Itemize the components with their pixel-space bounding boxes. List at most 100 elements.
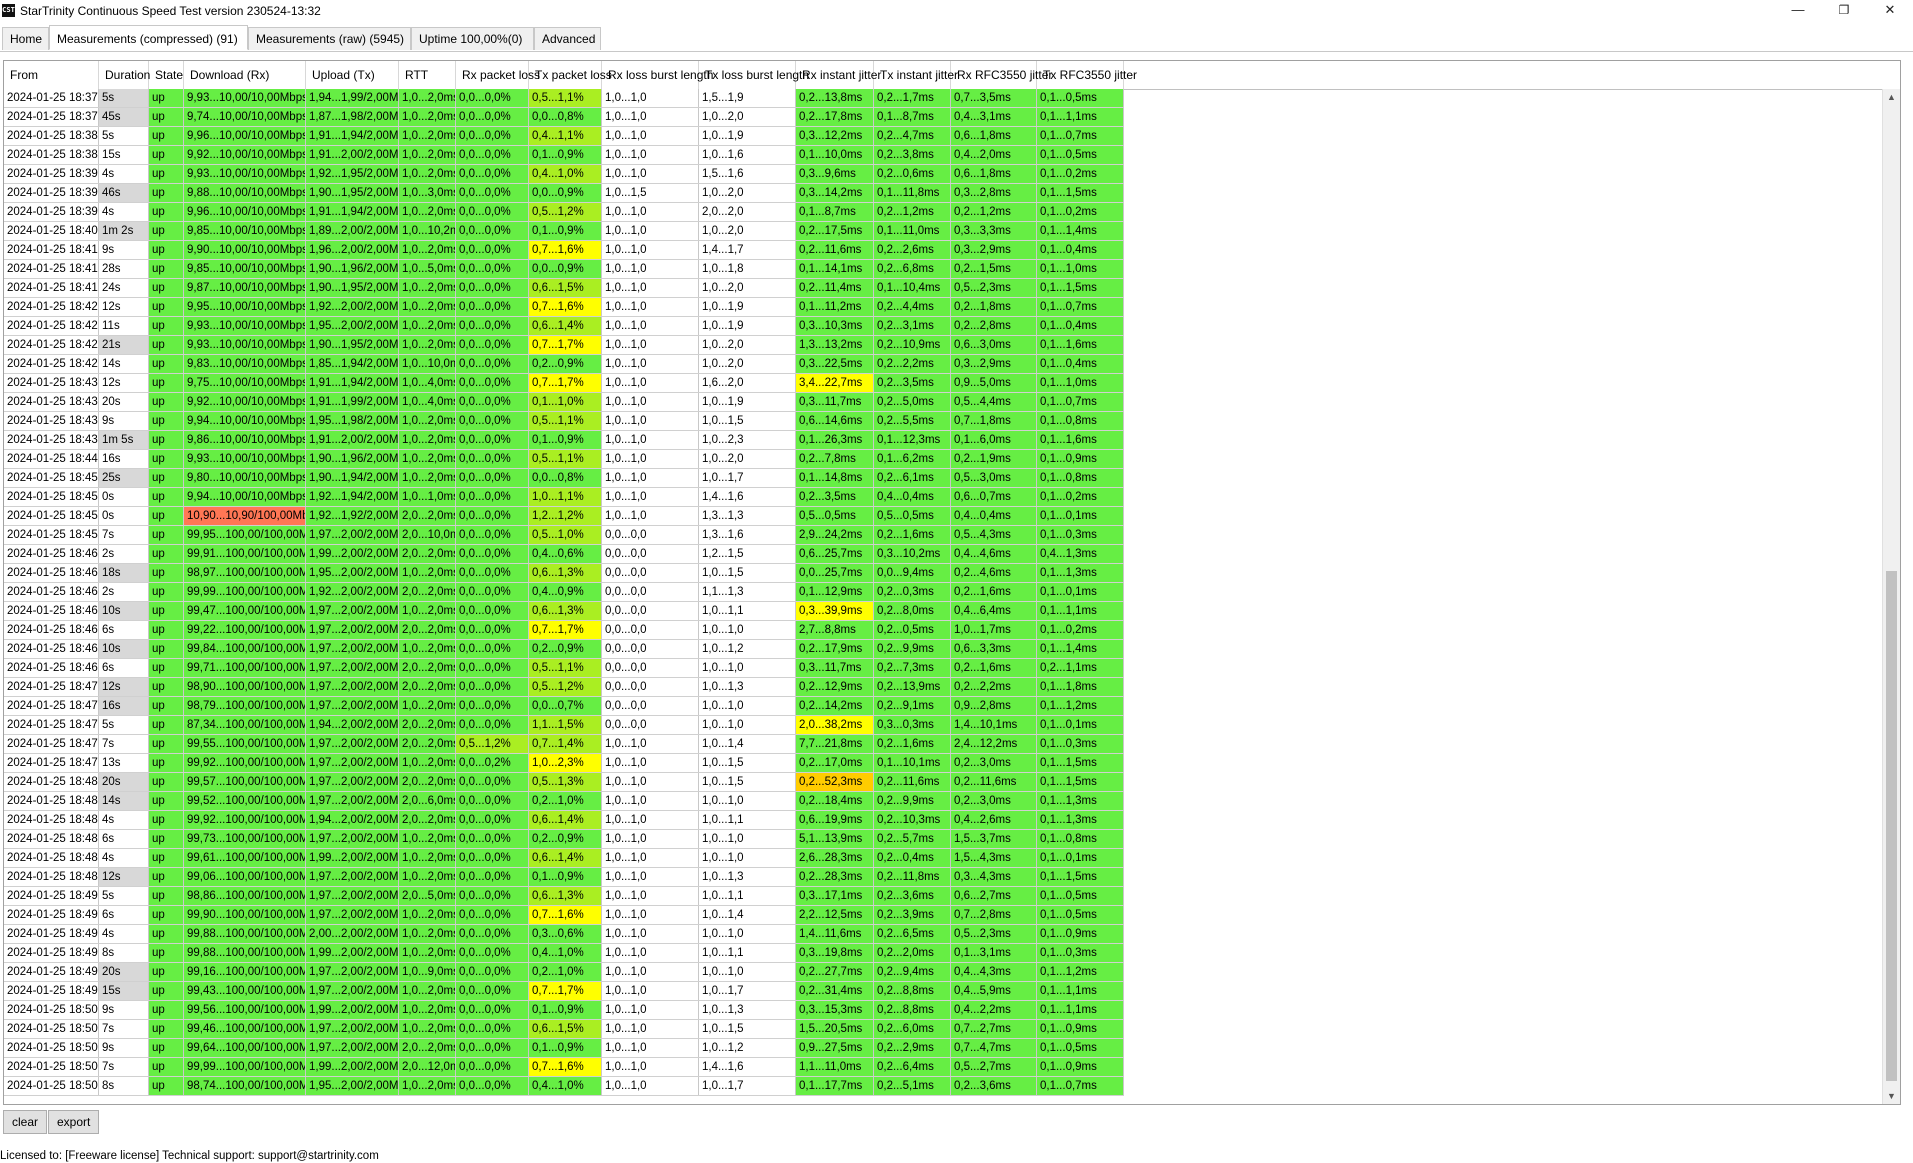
cell-tx-packet-loss: 0,5...1,2%: [529, 678, 602, 696]
cell-duration: 28s: [99, 260, 149, 278]
vertical-scrollbar[interactable]: ▲ ▼: [1882, 89, 1900, 1104]
table-row[interactable]: 2024-01-25 18:46:4410sup99,84...100,00/1…: [4, 640, 1124, 659]
table-row[interactable]: 2024-01-25 18:49:5315sup99,43...100,00/1…: [4, 982, 1124, 1001]
cell-rx-instant-jitter: 3,4...22,7ms: [796, 374, 874, 392]
table-row[interactable]: 2024-01-25 18:47:4613sup99,92...100,00/1…: [4, 754, 1124, 773]
table-row[interactable]: 2024-01-25 18:41:4524sup9,87...10,00/10,…: [4, 279, 1124, 298]
cell-tx-instant-jitter: 0,2...5,5ms: [874, 412, 951, 430]
cell-tx-rfc3550-jitter: 0,1...0,2ms: [1037, 203, 1124, 221]
maximize-button[interactable]: ❐: [1821, 0, 1867, 22]
column-header-duration[interactable]: Duration: [99, 61, 150, 89]
table-row[interactable]: 2024-01-25 18:50:279sup99,64...100,00/10…: [4, 1039, 1124, 1058]
tab-home[interactable]: Home: [2, 27, 49, 50]
table-row[interactable]: 2024-01-25 18:48:5312sup99,06...100,00/1…: [4, 868, 1124, 887]
column-header-rx-rfc3550-jitter[interactable]: Rx RFC3550 jitter: [951, 61, 1052, 89]
table-row[interactable]: 2024-01-25 18:49:065sup98,86...100,00/10…: [4, 887, 1124, 906]
table-row[interactable]: 2024-01-25 18:45:420sup10,90...10,90/100…: [4, 507, 1124, 526]
cell-rx-loss-burst: 1,0...1,0: [602, 963, 699, 981]
table-row[interactable]: 2024-01-25 18:43:521m 5sup9,86...10,00/1…: [4, 431, 1124, 450]
table-row[interactable]: 2024-01-25 18:50:377sup99,99...100,00/10…: [4, 1058, 1124, 1077]
measurements-grid[interactable]: From Duration State Download (Rx) Upload (Tx…: [3, 60, 1901, 1105]
table-row[interactable]: 2024-01-25 18:38:445sup9,96...10,00/10,0…: [4, 127, 1124, 146]
table-row[interactable]: 2024-01-25 18:43:1012sup9,75...10,00/10,…: [4, 374, 1124, 393]
table-row[interactable]: 2024-01-25 18:42:5514sup9,83...10,00/10,…: [4, 355, 1124, 374]
table-row[interactable]: 2024-01-25 18:45:557sup99,95...100,00/10…: [4, 526, 1124, 545]
cell-duration: 20s: [99, 963, 149, 981]
table-row[interactable]: 2024-01-25 18:44:5816sup9,93...10,00/10,…: [4, 450, 1124, 469]
cell-tx-packet-loss: 0,6...1,3%: [529, 887, 602, 905]
tab-advanced[interactable]: Advanced: [534, 27, 601, 50]
tab-measurements-raw[interactable]: Measurements (raw) (5945): [248, 27, 411, 50]
table-row[interactable]: 2024-01-25 18:46:386sup99,22...100,00/10…: [4, 621, 1124, 640]
table-row[interactable]: 2024-01-25 18:50:458sup98,74...100,00/10…: [4, 1077, 1124, 1096]
table-row[interactable]: 2024-01-25 18:47:0212sup98,90...100,00/1…: [4, 678, 1124, 697]
cell-rtt: 1,0...2,0ms: [399, 165, 456, 183]
scrollbar-thumb[interactable]: [1886, 571, 1897, 1081]
cell-tx-instant-jitter: 0,2...4,4ms: [874, 298, 951, 316]
table-row[interactable]: 2024-01-25 18:37:5845sup9,74...10,00/10,…: [4, 108, 1124, 127]
table-row[interactable]: 2024-01-25 18:42:2211sup9,93...10,00/10,…: [4, 317, 1124, 336]
table-row[interactable]: 2024-01-25 18:46:0618sup98,97...100,00/1…: [4, 564, 1124, 583]
cell-tx-rfc3550-jitter: 0,1...1,5ms: [1037, 279, 1124, 297]
table-row[interactable]: 2024-01-25 18:39:1146sup9,88...10,00/10,…: [4, 184, 1124, 203]
table-row[interactable]: 2024-01-25 18:49:248sup99,88...100,00/10…: [4, 944, 1124, 963]
scroll-up-icon[interactable]: ▲: [1883, 89, 1900, 105]
table-row[interactable]: 2024-01-25 18:45:410sup9,94...10,00/10,0…: [4, 488, 1124, 507]
tab-measurements-compressed[interactable]: Measurements (compressed) (91): [49, 25, 248, 50]
column-header-from[interactable]: From: [4, 61, 99, 89]
column-header-tx-loss-burst[interactable]: Tx loss burst length: [699, 61, 809, 89]
table-row[interactable]: 2024-01-25 18:39:584sup9,96...10,00/10,0…: [4, 203, 1124, 222]
table-row[interactable]: 2024-01-25 18:49:3220sup99,16...100,00/1…: [4, 963, 1124, 982]
clear-button[interactable]: clear: [3, 1110, 48, 1134]
table-row[interactable]: 2024-01-25 18:46:2710sup99,47...100,00/1…: [4, 602, 1124, 621]
table-row[interactable]: 2024-01-25 18:45:1525sup9,80...10,00/10,…: [4, 469, 1124, 488]
table-row[interactable]: 2024-01-25 18:43:2220sup9,92...10,00/10,…: [4, 393, 1124, 412]
table-row[interactable]: 2024-01-25 18:47:325sup87,34...100,00/10…: [4, 716, 1124, 735]
table-row[interactable]: 2024-01-25 18:48:416sup99,73...100,00/10…: [4, 830, 1124, 849]
table-row[interactable]: 2024-01-25 18:46:556sup99,71...100,00/10…: [4, 659, 1124, 678]
table-row[interactable]: 2024-01-25 18:48:484sup99,61...100,00/10…: [4, 849, 1124, 868]
cell-rx-packet-loss: 0,0...0,0%: [456, 944, 529, 962]
column-header-rx-loss-burst[interactable]: Rx loss burst length: [602, 61, 713, 89]
table-row[interactable]: 2024-01-25 18:40:031m 2sup9,85...10,00/1…: [4, 222, 1124, 241]
column-header-state[interactable]: State: [149, 61, 184, 89]
table-row[interactable]: 2024-01-25 18:41:1628sup9,85...10,00/10,…: [4, 260, 1124, 279]
cell-state: up: [149, 127, 184, 145]
column-header-tx-packet-loss[interactable]: Tx packet loss: [529, 61, 612, 89]
column-header-rx-instant-jitter[interactable]: Rx instant jitter: [796, 61, 881, 89]
table-row[interactable]: 2024-01-25 18:49:194sup99,88...100,00/10…: [4, 925, 1124, 944]
column-header-tx-rfc3550-jitter[interactable]: Tx RFC3550 jitter: [1037, 61, 1137, 89]
column-header-upload-tx[interactable]: Upload (Tx): [306, 61, 399, 89]
table-row[interactable]: 2024-01-25 18:48:0020sup99,57...100,00/1…: [4, 773, 1124, 792]
table-row[interactable]: 2024-01-25 18:50:197sup99,46...100,00/10…: [4, 1020, 1124, 1039]
tab-uptime[interactable]: Uptime 100,00%(0): [411, 27, 534, 50]
table-row[interactable]: 2024-01-25 18:37:525sup9,93...10,00/10,0…: [4, 89, 1124, 108]
cell-tx-packet-loss: 0,5...1,1%: [529, 450, 602, 468]
table-row[interactable]: 2024-01-25 18:48:2114sup99,52...100,00/1…: [4, 792, 1124, 811]
table-row[interactable]: 2024-01-25 18:46:242sup99,99...100,00/10…: [4, 583, 1124, 602]
export-button[interactable]: export: [48, 1110, 100, 1134]
table-row[interactable]: 2024-01-25 18:41:069sup9,90...10,00/10,0…: [4, 241, 1124, 260]
table-row[interactable]: 2024-01-25 18:42:3321sup9,93...10,00/10,…: [4, 336, 1124, 355]
minimize-button[interactable]: —: [1775, 0, 1821, 22]
cell-state: up: [149, 317, 184, 335]
table-row[interactable]: 2024-01-25 18:48:364sup99,92...100,00/10…: [4, 811, 1124, 830]
table-row[interactable]: 2024-01-25 18:49:126sup99,90...100,00/10…: [4, 906, 1124, 925]
table-row[interactable]: 2024-01-25 18:39:064sup9,93...10,00/10,0…: [4, 165, 1124, 184]
column-header-rtt[interactable]: RTT: [399, 61, 456, 89]
column-header-tx-instant-jitter[interactable]: Tx instant jitter: [874, 61, 958, 89]
table-row[interactable]: 2024-01-25 18:46:032sup99,91...100,00/10…: [4, 545, 1124, 564]
table-row[interactable]: 2024-01-25 18:47:1516sup98,79...100,00/1…: [4, 697, 1124, 716]
cell-rtt: 1,0...2,0ms: [399, 754, 456, 772]
table-row[interactable]: 2024-01-25 18:42:0912sup9,95...10,00/10,…: [4, 298, 1124, 317]
column-header-download-rx[interactable]: Download (Rx): [184, 61, 306, 89]
column-header-rx-packet-loss[interactable]: Rx packet loss: [456, 61, 540, 89]
scroll-down-icon[interactable]: ▼: [1883, 1088, 1900, 1104]
close-button[interactable]: ✕: [1867, 0, 1913, 22]
cell-upload-tx: 1,97...2,00/2,00Mbps: [306, 963, 399, 981]
table-row[interactable]: 2024-01-25 18:50:109sup99,56...100,00/10…: [4, 1001, 1124, 1020]
table-row[interactable]: 2024-01-25 18:47:387sup99,55...100,00/10…: [4, 735, 1124, 754]
table-row[interactable]: 2024-01-25 18:43:439sup9,94...10,00/10,0…: [4, 412, 1124, 431]
cell-rx-packet-loss: 0,5...1,2%: [456, 735, 529, 753]
table-row[interactable]: 2024-01-25 18:38:5015sup9,92...10,00/10,…: [4, 146, 1124, 165]
